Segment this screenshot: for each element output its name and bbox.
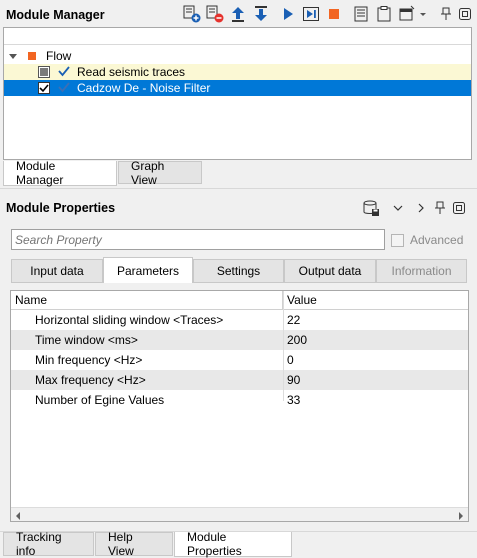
module-checkbox[interactable] (38, 82, 50, 94)
tab-settings[interactable]: Settings (193, 259, 284, 283)
module-manager-tabs: Module Manager Graph View (3, 159, 202, 187)
property-value[interactable]: 22 (283, 313, 300, 327)
tab-parameters[interactable]: Parameters (103, 257, 193, 283)
module-manager-toolbar (183, 5, 477, 23)
property-row[interactable]: Horizontal sliding window <Traces> 22 (11, 310, 468, 330)
advanced-checkbox[interactable] (391, 233, 404, 247)
tab-tracking-info[interactable]: Tracking info (3, 530, 94, 558)
property-name: Number of Egine Values (35, 393, 165, 407)
tree-row-flow[interactable]: Flow (4, 48, 471, 64)
panel-divider (0, 188, 477, 189)
property-name: Min frequency <Hz> (35, 353, 143, 367)
remove-module-icon[interactable] (206, 5, 224, 23)
module-checkbox[interactable] (38, 66, 50, 78)
checkmark-icon (58, 81, 70, 96)
float-window-icon[interactable] (458, 5, 472, 23)
tab-help-view[interactable]: Help View (95, 530, 173, 558)
bottom-tabs: Tracking info Help View Module Propertie… (3, 530, 292, 558)
property-value[interactable]: 0 (283, 353, 294, 367)
tab-information: Information (376, 259, 467, 283)
property-name: Time window <ms> (35, 333, 138, 347)
column-divider (283, 291, 284, 401)
run-icon[interactable] (279, 5, 297, 23)
chevron-down-icon[interactable] (391, 199, 405, 217)
module-properties-title: Module Properties (6, 201, 116, 215)
property-row[interactable]: Number of Egine Values 33 (11, 390, 468, 410)
chevron-down-icon[interactable] (418, 5, 428, 23)
pin-icon[interactable] (433, 199, 447, 217)
float-window-icon[interactable] (452, 199, 466, 217)
move-down-icon[interactable] (252, 5, 270, 23)
module-manager-title: Module Manager (6, 8, 105, 22)
property-row[interactable]: Min frequency <Hz> 0 (11, 350, 468, 370)
tab-graph-view[interactable]: Graph View (118, 159, 202, 187)
tree-label-module: Cadzow De - Noise Filter (77, 81, 211, 95)
column-header-name[interactable]: Name (11, 291, 283, 309)
property-grid: Name Value Horizontal sliding window <Tr… (10, 290, 469, 522)
grid-header: Name Value (11, 291, 468, 310)
save-properties-icon[interactable] (362, 199, 380, 217)
tree-row-module[interactable]: Read seismic traces (4, 64, 471, 80)
move-up-icon[interactable] (229, 5, 247, 23)
expand-arrow-icon[interactable] (6, 51, 20, 61)
horizontal-scrollbar[interactable] (11, 507, 468, 521)
tree-row-module[interactable]: Cadzow De - Noise Filter (4, 80, 471, 96)
run-step-icon[interactable] (302, 5, 320, 23)
chevron-right-icon[interactable] (414, 199, 428, 217)
search-property-input[interactable] (11, 229, 385, 250)
tab-input-data[interactable]: Input data (11, 259, 103, 283)
tree-label-module: Read seismic traces (77, 65, 186, 79)
module-tree: Flow Read seismic traces Cadzow De - Noi… (3, 27, 472, 160)
property-name: Max frequency <Hz> (35, 373, 146, 387)
property-value[interactable]: 33 (283, 393, 300, 407)
advanced-label: Advanced (410, 233, 464, 247)
property-name: Horizontal sliding window <Traces> (35, 313, 224, 327)
tree-label-flow: Flow (46, 49, 72, 63)
column-header-value[interactable]: Value (283, 291, 317, 309)
tab-module-properties[interactable]: Module Properties (174, 530, 292, 558)
property-value[interactable]: 90 (283, 373, 300, 387)
stop-icon[interactable] (325, 5, 343, 23)
scroll-right-icon[interactable] (457, 510, 465, 521)
tab-module-manager[interactable]: Module Manager (3, 159, 117, 187)
property-row[interactable]: Time window <ms> 200 (11, 330, 468, 350)
add-module-icon[interactable] (183, 5, 201, 23)
checkmark-icon (58, 65, 70, 80)
tab-output-data[interactable]: Output data (284, 259, 376, 283)
property-row[interactable]: Max frequency <Hz> 90 (11, 370, 468, 390)
scroll-left-icon[interactable] (14, 510, 22, 521)
window-options-icon[interactable] (398, 5, 416, 23)
pin-icon[interactable] (439, 5, 453, 23)
clipboard-icon[interactable] (375, 5, 393, 23)
tree-header-strip (4, 28, 471, 45)
flow-icon (24, 52, 40, 60)
property-tabs: Input data Parameters Settings Output da… (11, 257, 467, 283)
property-value[interactable]: 200 (283, 333, 307, 347)
advanced-option[interactable]: Advanced (391, 233, 463, 247)
document-list-icon[interactable] (352, 5, 370, 23)
module-properties-toolbar (362, 199, 471, 217)
